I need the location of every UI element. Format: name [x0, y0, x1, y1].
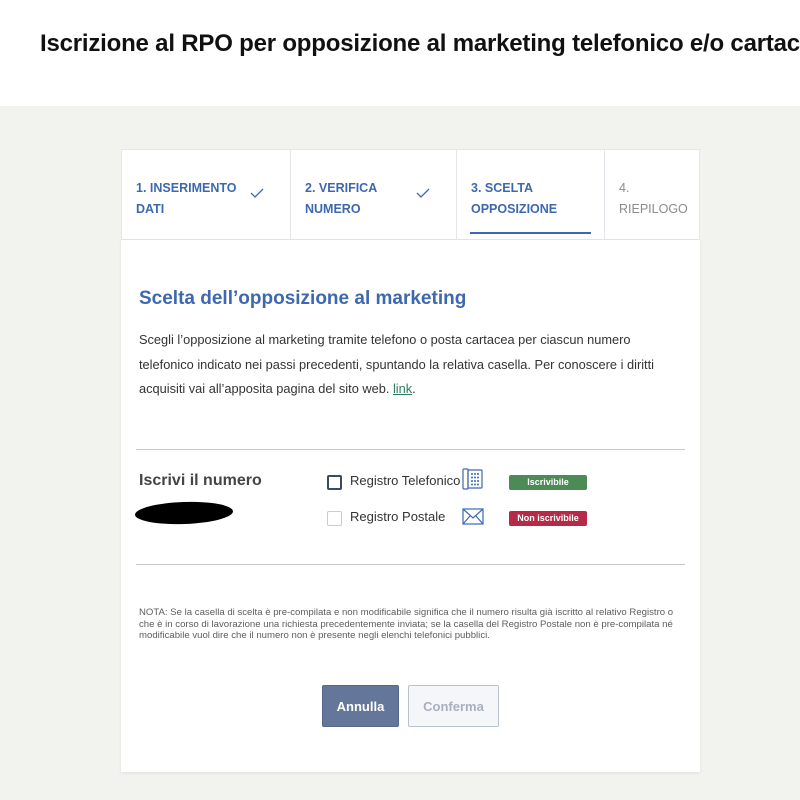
option-registro-postale: Registro Postale Non iscrivibile — [327, 508, 587, 528]
checkmark-icon — [250, 188, 264, 198]
step-label: 1. INSERIMENTO DATI — [136, 181, 237, 216]
divider-top — [136, 449, 685, 450]
envelope-icon — [462, 508, 484, 532]
divider-bottom — [136, 564, 685, 565]
step-label: 2. VERIFICA NUMERO — [305, 181, 377, 216]
redacted-phone-number — [134, 500, 234, 526]
registro-telefonico-checkbox[interactable] — [327, 474, 342, 490]
registro-postale-checkbox[interactable] — [327, 510, 342, 526]
option-label: Registro Telefonico — [350, 473, 461, 488]
step-scelta-opposizione[interactable]: 3. SCELTA OPPOSIZIONE — [457, 150, 605, 239]
row-label: Iscrivi il numero — [139, 472, 262, 489]
checkmark-icon — [416, 188, 430, 198]
step-verifica-numero[interactable]: 2. VERIFICA NUMERO — [291, 150, 457, 239]
option-label: Registro Postale — [350, 509, 446, 524]
status-badge: Iscrivibile — [509, 475, 587, 490]
intro-text: Scegli l’opposizione al marketing tramit… — [139, 328, 684, 402]
intro-period: . — [412, 381, 416, 396]
note-text: NOTA: Se la casella di scelta è pre-comp… — [139, 607, 674, 641]
page-title: Iscrizione al RPO per opposizione al mar… — [40, 30, 800, 57]
opposition-form-card: Scelta dell’opposizione al marketing Sce… — [121, 240, 700, 772]
section-title: Scelta dell’opposizione al marketing — [139, 288, 467, 309]
step-riepilogo: 4. RIEPILOGO — [605, 150, 699, 239]
step-inserimento-dati[interactable]: 1. INSERIMENTO DATI — [122, 150, 291, 239]
active-step-indicator — [470, 232, 591, 234]
step-label: 3. SCELTA OPPOSIZIONE — [471, 181, 558, 216]
stepper: 1. INSERIMENTO DATI 2. VERIFICA NUMERO 3… — [121, 149, 700, 240]
info-link[interactable]: link — [393, 381, 412, 396]
step-label: 4. RIEPILOGO — [619, 181, 688, 216]
status-badge: Non iscrivibile — [509, 511, 587, 526]
cancel-button[interactable]: Annulla — [322, 685, 399, 727]
telephone-keypad-icon — [462, 468, 484, 492]
option-registro-telefonico: Registro Telefonico Iscrivibile — [327, 468, 587, 492]
confirm-button[interactable]: Conferma — [408, 685, 499, 727]
page-header: Iscrizione al RPO per opposizione al mar… — [0, 0, 800, 106]
